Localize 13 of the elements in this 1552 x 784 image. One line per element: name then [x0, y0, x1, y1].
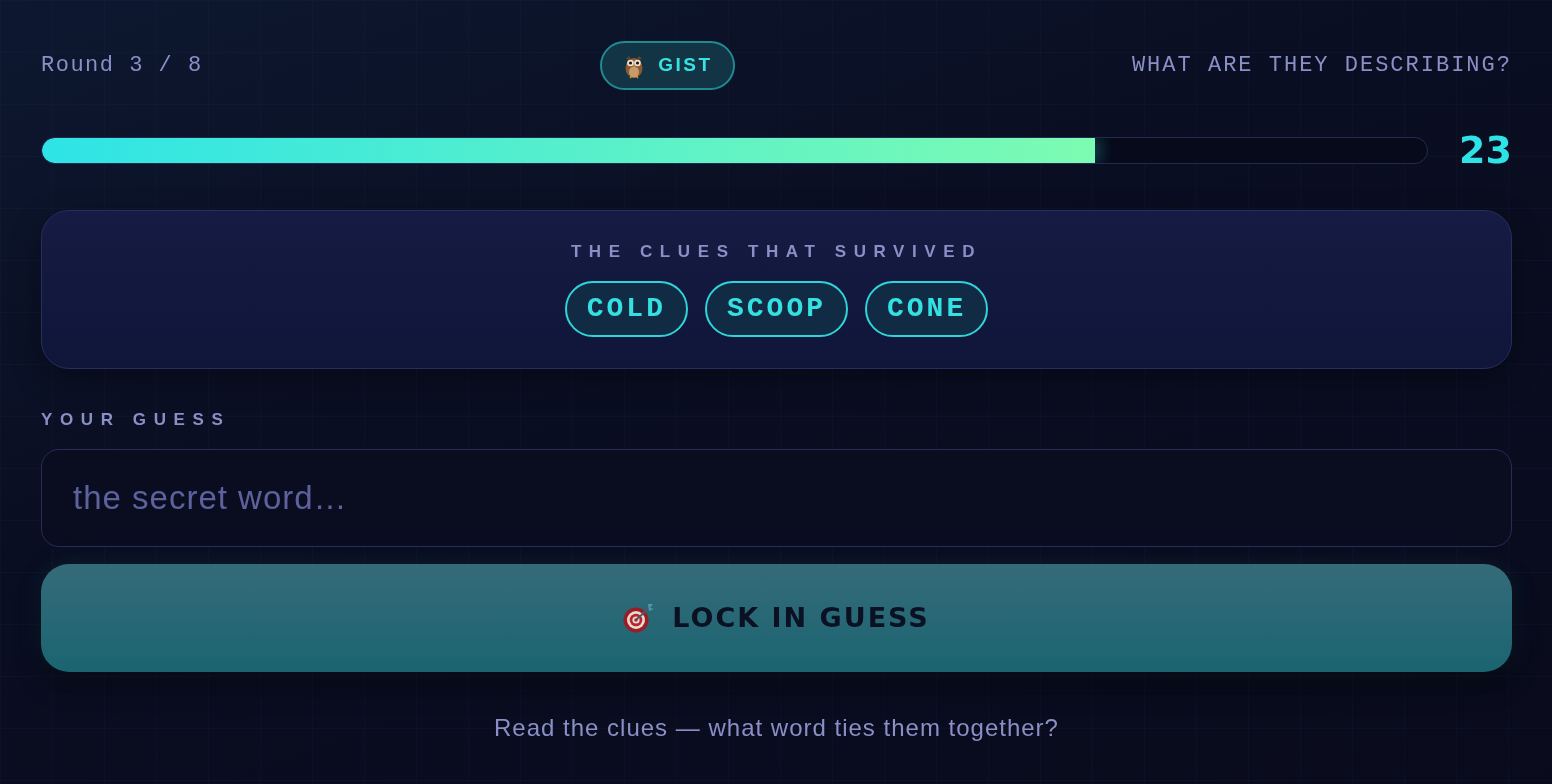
timer-value: 23 — [1458, 131, 1512, 169]
guess-label: YOUR GUESS — [41, 410, 231, 430]
clue-chip: COLD — [564, 281, 688, 337]
round-counter: Round 3 / 8 — [41, 52, 203, 80]
guess-input[interactable]: the secret word… — [41, 449, 1512, 547]
prompt-text: WHAT ARE THEY DESCRIBING? — [1131, 52, 1512, 80]
hint-text: Read the clues — what word ties them together? — [494, 714, 1059, 742]
mode-badge: GIST — [600, 41, 735, 90]
clues-title: THE CLUES THAT SURVIVED — [570, 242, 983, 262]
lock-in-guess-button[interactable]: LOCK IN GUESS — [41, 564, 1512, 672]
clue-chip: CONE — [865, 281, 989, 337]
target-icon — [623, 603, 655, 633]
clue-chip: SCOOP — [705, 281, 848, 337]
